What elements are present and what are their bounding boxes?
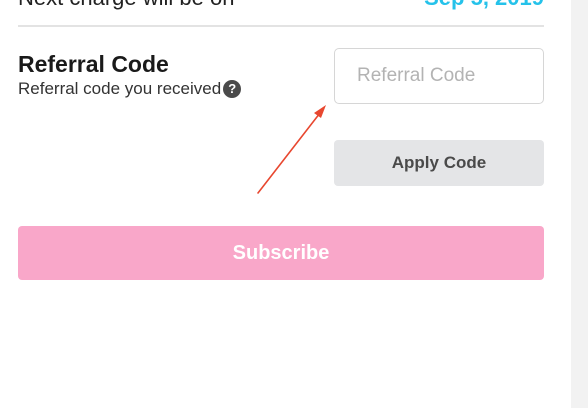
next-charge-row: Next charge will be on Sep 5, 2019 <box>18 0 544 9</box>
referral-code-title: Referral Code <box>18 51 169 77</box>
subscribe-button[interactable]: Subscribe <box>18 226 544 280</box>
referral-code-subtitle-text: Referral code you received <box>18 79 222 98</box>
annotation-arrow-line <box>257 112 321 194</box>
apply-code-button[interactable]: Apply Code <box>334 140 544 186</box>
referral-code-subtitle: Referral code you received ? <box>18 78 242 100</box>
next-charge-label: Next charge will be on <box>18 0 234 9</box>
section-divider <box>18 25 544 27</box>
referral-code-input[interactable] <box>334 48 544 104</box>
question-circle-icon[interactable]: ? <box>223 80 242 98</box>
annotation-arrow-head <box>314 105 326 118</box>
next-charge-date: Sep 5, 2019 <box>424 0 544 9</box>
scrollbar-gutter <box>571 0 588 408</box>
